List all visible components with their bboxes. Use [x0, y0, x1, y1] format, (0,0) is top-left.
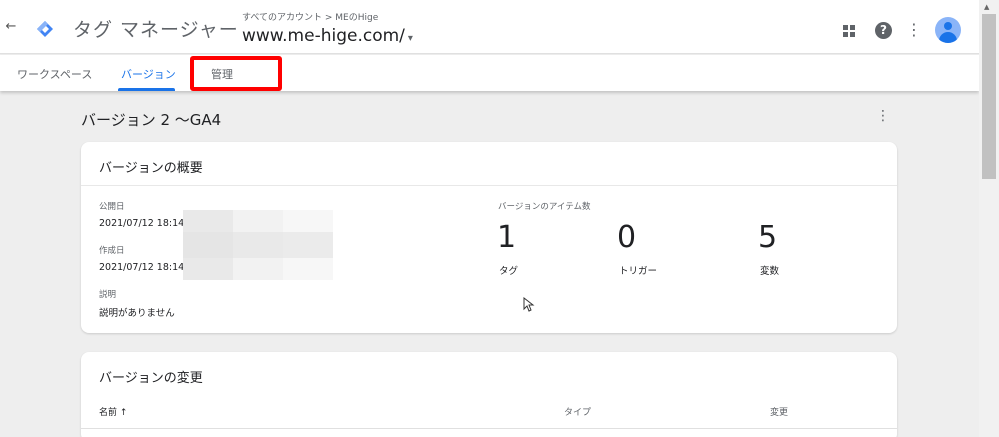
card-divider [81, 185, 897, 186]
version-more-icon[interactable]: ⋮ [876, 108, 890, 126]
container-selector[interactable]: www.me-hige.com/▾ [242, 26, 413, 46]
redacted-area [183, 210, 333, 280]
description-label: 説明 [99, 290, 117, 300]
summary-title: バージョンの概要 [99, 161, 203, 176]
tab-versions[interactable]: バージョン [121, 66, 176, 82]
changes-title: バージョンの変更 [99, 371, 203, 386]
tab-bar: ワークスペース バージョン 管理 [0, 55, 979, 91]
tag-count-label[interactable]: タグ [499, 263, 518, 277]
created-label: 作成日 [99, 246, 125, 256]
published-value: 2021/07/12 18:14 [99, 218, 185, 229]
help-icon[interactable]: ? [875, 22, 892, 39]
created-value: 2021/07/12 18:14 [99, 262, 185, 273]
published-label: 公開日 [99, 202, 125, 212]
container-name: www.me-hige.com/ [242, 26, 405, 46]
active-tab-indicator [118, 88, 175, 91]
breadcrumb[interactable]: すべてのアカウント > MEのHige [242, 10, 378, 23]
mouse-cursor-icon [523, 297, 535, 312]
tag-count: 1 [497, 220, 517, 255]
items-label: バージョンのアイテム数 [498, 202, 591, 212]
table-divider [81, 428, 897, 429]
version-title: バージョン 2 ～GA4 [81, 111, 222, 129]
highlight-box [190, 56, 282, 91]
app-title: タグ マネージャー [73, 19, 239, 41]
column-change-header: 変更 [770, 408, 789, 418]
scroll-up-arrow-icon[interactable]: ▲ [984, 3, 989, 11]
description-value: 説明がありません [99, 308, 175, 319]
tag-manager-logo-icon [37, 21, 53, 37]
avatar[interactable] [935, 17, 961, 43]
chevron-down-icon: ▾ [407, 33, 413, 44]
more-options-icon[interactable]: ⋮ [906, 20, 922, 40]
variable-count: 5 [758, 220, 778, 255]
trigger-count-label[interactable]: トリガー [619, 263, 657, 277]
variable-count-label[interactable]: 変数 [760, 263, 779, 277]
tab-workspace[interactable]: ワークスペース [17, 66, 92, 82]
column-name-header[interactable]: 名前 ↑ [99, 405, 127, 418]
apps-grid-icon[interactable] [843, 25, 855, 37]
app-header: ← タグ マネージャー すべてのアカウント > MEのHige www.me-h… [0, 0, 979, 54]
back-arrow-icon[interactable]: ← [4, 20, 18, 34]
version-changes-card: バージョンの変更 [81, 352, 897, 437]
avatar-head [944, 22, 952, 30]
column-type-header: タイプ [564, 408, 592, 418]
scroll-thumb[interactable] [982, 14, 996, 179]
trigger-count: 0 [617, 220, 637, 255]
avatar-body [939, 32, 957, 43]
